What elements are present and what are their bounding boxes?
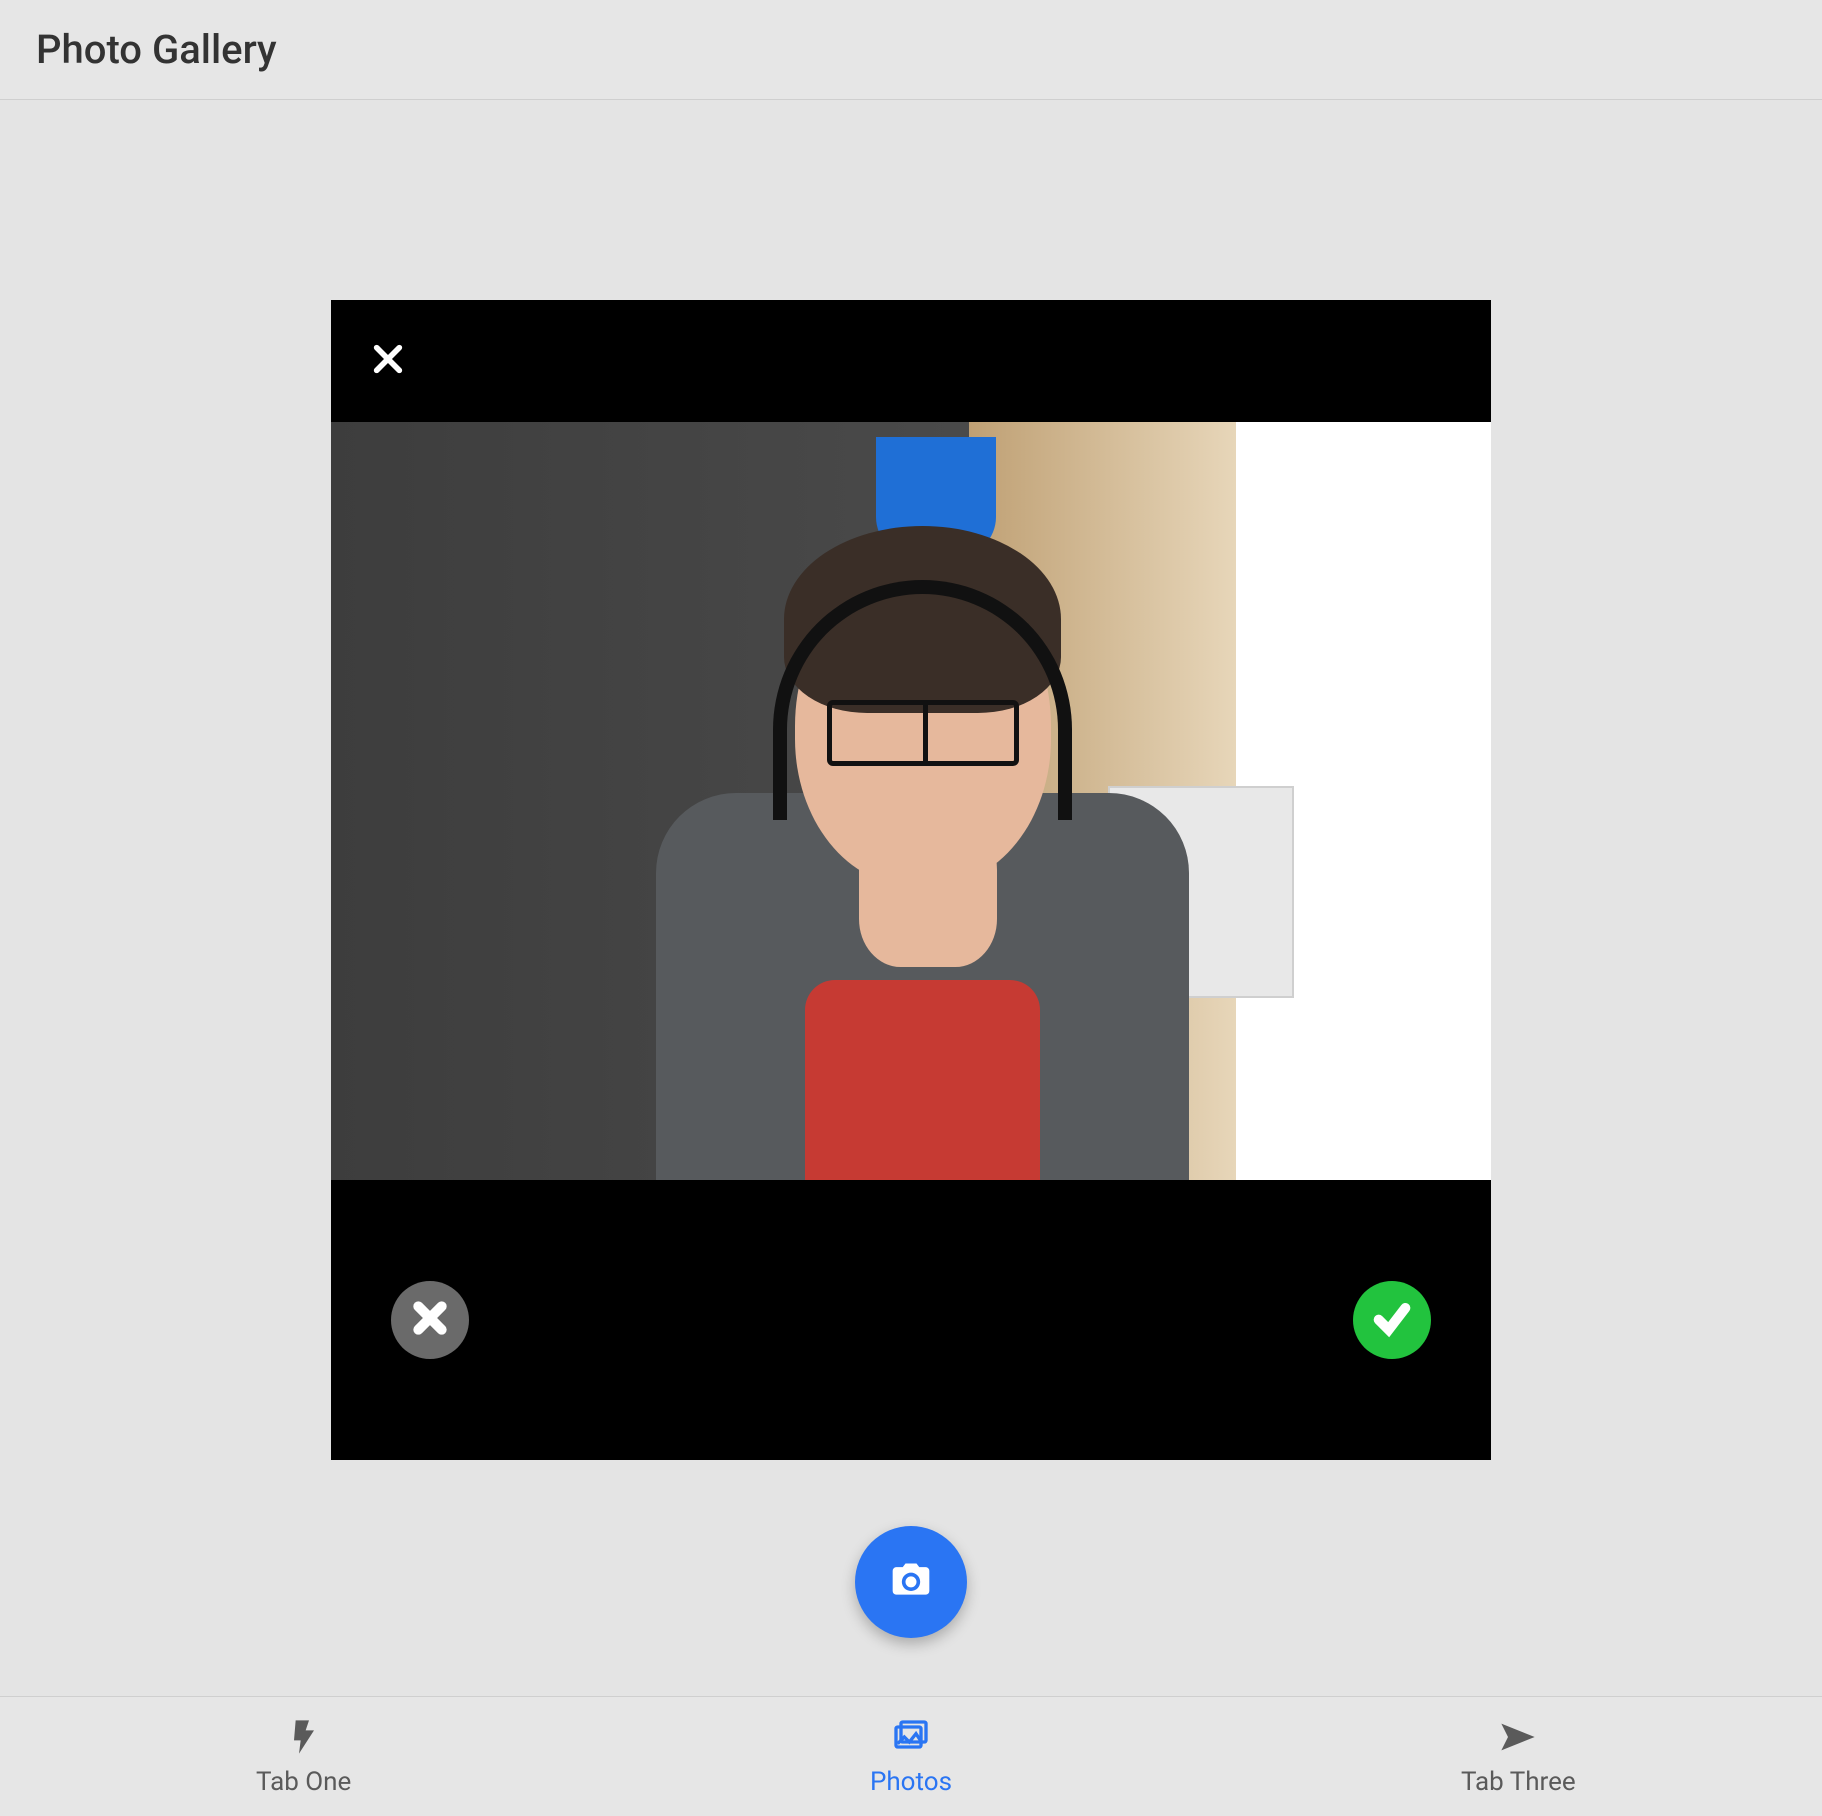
tab-one-label: Tab One: [256, 1767, 351, 1797]
tab-photos-label: Photos: [870, 1767, 952, 1797]
confirm-photo-button[interactable]: [1353, 1281, 1431, 1359]
page-title: Photo Gallery: [36, 26, 277, 73]
camera-photo-preview: [331, 422, 1491, 1180]
flash-icon: [284, 1717, 324, 1761]
tab-three[interactable]: Tab Three: [1215, 1697, 1822, 1816]
bottom-tab-bar: Tab One Photos Tab Three: [0, 1696, 1822, 1816]
photo-scene-illustration: [331, 422, 1491, 1180]
tab-photos[interactable]: Photos: [607, 1697, 1214, 1816]
send-icon: [1498, 1717, 1538, 1761]
app-header: Photo Gallery: [0, 0, 1822, 100]
check-icon: [1372, 1298, 1412, 1342]
discard-photo-button[interactable]: [391, 1281, 469, 1359]
images-icon: [891, 1717, 931, 1761]
camera-icon: [889, 1558, 933, 1606]
camera-preview-card: [331, 300, 1491, 1460]
close-icon[interactable]: [371, 342, 405, 380]
tab-one[interactable]: Tab One: [0, 1697, 607, 1816]
tab-three-label: Tab Three: [1461, 1767, 1576, 1797]
camera-fab-button[interactable]: [855, 1526, 967, 1638]
x-icon: [410, 1298, 450, 1342]
camera-bottom-bar: [331, 1180, 1491, 1460]
main-stage: [0, 100, 1822, 1696]
camera-top-bar: [331, 300, 1491, 422]
